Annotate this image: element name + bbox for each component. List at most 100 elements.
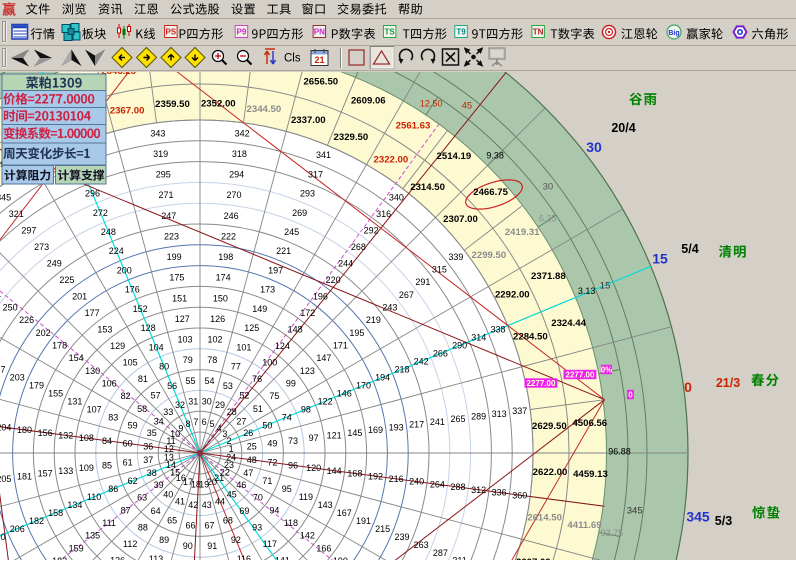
svg-text:295: 295 — [156, 170, 171, 180]
svg-text:155: 155 — [48, 388, 63, 398]
svg-text:87: 87 — [121, 505, 131, 515]
svg-text:173: 173 — [260, 285, 275, 295]
svg-text:226: 226 — [19, 315, 34, 325]
svg-text:62: 62 — [128, 476, 138, 486]
svg-text:96.88: 96.88 — [608, 446, 631, 456]
svg-text:201: 201 — [72, 291, 87, 301]
svg-text:2299.50: 2299.50 — [472, 250, 507, 261]
svg-text:8: 8 — [185, 419, 190, 429]
svg-text:289: 289 — [471, 412, 486, 422]
svg-text:100: 100 — [262, 357, 277, 367]
svg-text:192: 192 — [368, 471, 383, 481]
svg-text:80: 80 — [159, 362, 169, 372]
svg-text:360: 360 — [512, 490, 527, 500]
svg-text:2314.50: 2314.50 — [410, 182, 445, 193]
svg-text:264: 264 — [430, 479, 445, 489]
svg-text:148: 148 — [288, 324, 303, 334]
svg-text:41: 41 — [175, 496, 185, 506]
svg-text:117: 117 — [263, 539, 277, 549]
svg-text:269: 269 — [292, 208, 307, 218]
svg-text:224: 224 — [109, 246, 124, 256]
svg-text:200: 200 — [117, 266, 132, 276]
svg-text:274: 274 — [0, 290, 1, 300]
svg-text:339: 339 — [448, 252, 463, 262]
svg-text:89: 89 — [159, 535, 169, 545]
svg-text:215: 215 — [375, 524, 390, 534]
svg-text:198: 198 — [218, 252, 233, 262]
svg-text:107: 107 — [87, 404, 102, 414]
svg-text:55: 55 — [185, 376, 195, 386]
svg-text:38: 38 — [147, 468, 157, 478]
svg-text:313: 313 — [492, 409, 507, 419]
svg-text:129: 129 — [110, 341, 125, 351]
svg-text:TS: TS — [384, 28, 395, 37]
svg-text:5/3: 5/3 — [715, 514, 732, 528]
svg-text:21: 21 — [314, 55, 324, 65]
svg-text:96: 96 — [288, 460, 298, 470]
svg-text:4411.69: 4411.69 — [567, 520, 601, 531]
svg-text:30: 30 — [202, 396, 212, 406]
svg-text:84: 84 — [102, 436, 112, 446]
svg-text:167: 167 — [337, 508, 352, 518]
svg-text:51: 51 — [253, 404, 263, 414]
svg-text:106: 106 — [102, 378, 117, 388]
svg-text:191: 191 — [356, 516, 371, 526]
svg-text:82: 82 — [121, 391, 131, 401]
svg-text:218: 218 — [394, 365, 409, 375]
svg-text:205: 205 — [0, 474, 11, 484]
svg-text:239: 239 — [394, 532, 409, 542]
svg-text:53: 53 — [223, 381, 233, 391]
svg-text:171: 171 — [333, 340, 348, 350]
svg-text:2277.00: 2277.00 — [527, 379, 556, 388]
svg-text:113: 113 — [149, 554, 163, 560]
svg-text:193: 193 — [389, 422, 404, 432]
svg-text:4459.13: 4459.13 — [573, 469, 608, 480]
svg-text:2371.88: 2371.88 — [531, 271, 566, 282]
svg-text:32: 32 — [175, 400, 185, 410]
svg-text:220: 220 — [326, 275, 341, 285]
svg-text:266: 266 — [433, 349, 448, 359]
svg-text:177: 177 — [85, 308, 100, 318]
svg-text:246: 246 — [224, 211, 239, 221]
svg-text:125: 125 — [244, 323, 259, 333]
svg-text:2352.00: 2352.00 — [201, 99, 236, 110]
svg-text:60: 60 — [123, 439, 133, 449]
svg-text:145: 145 — [347, 428, 362, 438]
svg-text:297: 297 — [21, 225, 36, 235]
svg-text:2337.00: 2337.00 — [291, 115, 326, 126]
svg-text:216: 216 — [389, 474, 404, 484]
svg-text:2614.50: 2614.50 — [527, 512, 562, 523]
svg-text:2307.00: 2307.00 — [443, 214, 478, 225]
svg-text:244: 244 — [338, 258, 353, 268]
svg-text:197: 197 — [268, 266, 283, 276]
svg-text:76: 76 — [252, 374, 262, 384]
svg-text:26: 26 — [243, 428, 253, 438]
svg-text:123: 123 — [300, 366, 315, 376]
svg-text:94: 94 — [269, 505, 279, 515]
svg-text:34: 34 — [154, 416, 164, 426]
svg-text:116: 116 — [237, 554, 251, 560]
svg-text:288: 288 — [450, 482, 465, 492]
svg-text:44: 44 — [215, 496, 225, 506]
svg-text:9.38: 9.38 — [486, 150, 504, 160]
svg-text:196: 196 — [313, 291, 328, 301]
svg-text:2277.00: 2277.00 — [566, 370, 595, 379]
svg-text:272: 272 — [93, 208, 108, 218]
svg-text:15: 15 — [652, 251, 668, 267]
svg-text:93.75: 93.75 — [601, 528, 624, 538]
svg-text:316: 316 — [376, 209, 391, 219]
svg-text:64: 64 — [151, 506, 161, 516]
svg-text:121: 121 — [327, 431, 342, 441]
svg-text:338: 338 — [490, 325, 505, 335]
svg-text:2284.50: 2284.50 — [513, 332, 548, 343]
svg-text:312: 312 — [471, 485, 486, 495]
svg-text:52: 52 — [239, 390, 249, 400]
svg-text:3: 3 — [222, 429, 227, 439]
svg-text:265: 265 — [450, 414, 465, 424]
svg-text:268: 268 — [351, 242, 366, 252]
svg-text:2466.75: 2466.75 — [473, 187, 508, 198]
svg-text:36: 36 — [143, 441, 153, 451]
svg-text:241: 241 — [430, 417, 445, 427]
svg-text:24: 24 — [226, 452, 236, 462]
svg-text:101: 101 — [236, 342, 251, 352]
